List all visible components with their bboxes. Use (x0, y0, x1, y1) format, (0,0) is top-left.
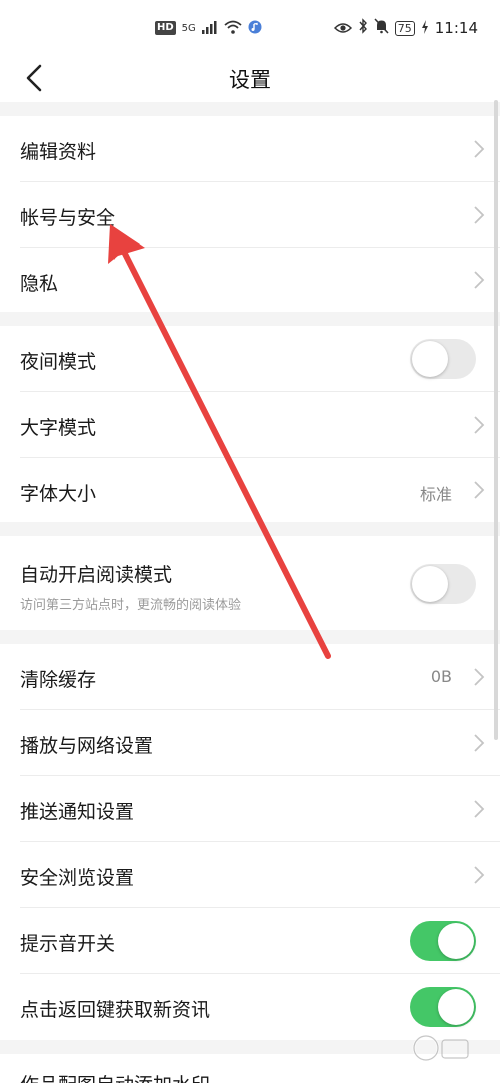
chevron-right-icon (472, 415, 486, 435)
signal-icon (201, 19, 218, 38)
account-section: 编辑资料 帐号与安全 隐私 (0, 116, 500, 312)
settings-row-large-font-mode[interactable]: 大字模式 (0, 392, 500, 458)
settings-row-clear-cache[interactable]: 清除缓存 0B (0, 644, 500, 710)
night-mode-toggle[interactable] (410, 339, 476, 379)
chevron-right-icon (472, 667, 486, 687)
nav-bar: 设置 (0, 56, 500, 102)
cache-size-value: 0B (430, 667, 452, 686)
eye-icon (333, 19, 352, 38)
row-subtitle: 访问第三方站点时，更流畅的阅读体验 (20, 598, 242, 613)
settings-row-night-mode: 夜间模式 (0, 326, 500, 392)
back-refresh-toggle[interactable] (410, 987, 476, 1027)
row-label: 隐私 (20, 273, 59, 295)
hd-badge: HD (155, 21, 176, 35)
network-type: 5G (181, 22, 196, 34)
settings-row-edit-profile[interactable]: 编辑资料 (0, 116, 500, 182)
settings-row-font-size[interactable]: 字体大小 标准 (0, 458, 500, 522)
chevron-right-icon (472, 799, 486, 819)
row-label: 点击返回键获取新资讯 (20, 999, 211, 1021)
chevron-right-icon (472, 139, 486, 159)
settings-row-privacy[interactable]: 隐私 (0, 248, 500, 312)
status-left-icons: HD 5G (155, 18, 262, 38)
row-label: 安全浏览设置 (20, 867, 135, 889)
music-icon (248, 19, 262, 38)
sound-toggle-switch[interactable] (410, 921, 476, 961)
battery-indicator: 75 (394, 20, 415, 36)
reading-section: 自动开启阅读模式 访问第三方站点时，更流畅的阅读体验 (0, 536, 500, 630)
chevron-right-icon (472, 865, 486, 885)
clock: 11:14 (434, 19, 478, 37)
auto-reader-toggle[interactable] (410, 564, 476, 604)
page-title: 设置 (229, 68, 271, 92)
row-label: 清除缓存 (20, 669, 97, 691)
settings-row-auto-reader: 自动开启阅读模式 访问第三方站点时，更流畅的阅读体验 (0, 536, 500, 630)
chevron-right-icon (472, 733, 486, 753)
font-size-value: 标准 (419, 485, 452, 504)
settings-row-sound-toggle: 提示音开关 (0, 908, 500, 974)
settings-row-playback-network[interactable]: 播放与网络设置 (0, 710, 500, 776)
watermark-logo (404, 1030, 474, 1070)
chevron-right-icon (472, 480, 486, 500)
mute-bell-icon (374, 18, 389, 38)
chevron-right-icon (472, 205, 486, 225)
toggle-knob (438, 989, 474, 1025)
row-label: 自动开启阅读模式 (20, 564, 173, 586)
row-label: 播放与网络设置 (20, 735, 154, 757)
toggle-knob (412, 341, 448, 377)
wifi-icon (224, 19, 242, 38)
settings-row-push-notifications[interactable]: 推送通知设置 (0, 776, 500, 842)
toggle-knob (412, 566, 448, 602)
chevron-right-icon (472, 270, 486, 290)
row-label: 大字模式 (20, 417, 97, 439)
scrollbar[interactable] (494, 100, 498, 740)
row-label: 帐号与安全 (20, 207, 116, 229)
status-bar: HD 5G 75 11:14 (0, 0, 500, 56)
status-right-icons: 75 11:14 (333, 18, 478, 38)
row-label: 提示音开关 (20, 933, 116, 955)
row-label: 推送通知设置 (20, 801, 135, 823)
settings-row-safe-browsing[interactable]: 安全浏览设置 (0, 842, 500, 908)
display-section: 夜间模式 大字模式 字体大小 标准 (0, 326, 500, 522)
row-label: 作品配图自动添加水印 (20, 1070, 210, 1083)
general-section: 清除缓存 0B 播放与网络设置 推送通知设置 安全浏览设置 提示音开关 点击返回… (0, 644, 500, 1040)
settings-row-account-security[interactable]: 帐号与安全 (0, 182, 500, 248)
row-label: 夜间模式 (20, 351, 97, 373)
bluetooth-icon (358, 18, 368, 38)
row-label: 字体大小 (20, 483, 97, 505)
charging-icon (421, 19, 429, 38)
row-label: 编辑资料 (20, 141, 97, 163)
toggle-knob (438, 923, 474, 959)
